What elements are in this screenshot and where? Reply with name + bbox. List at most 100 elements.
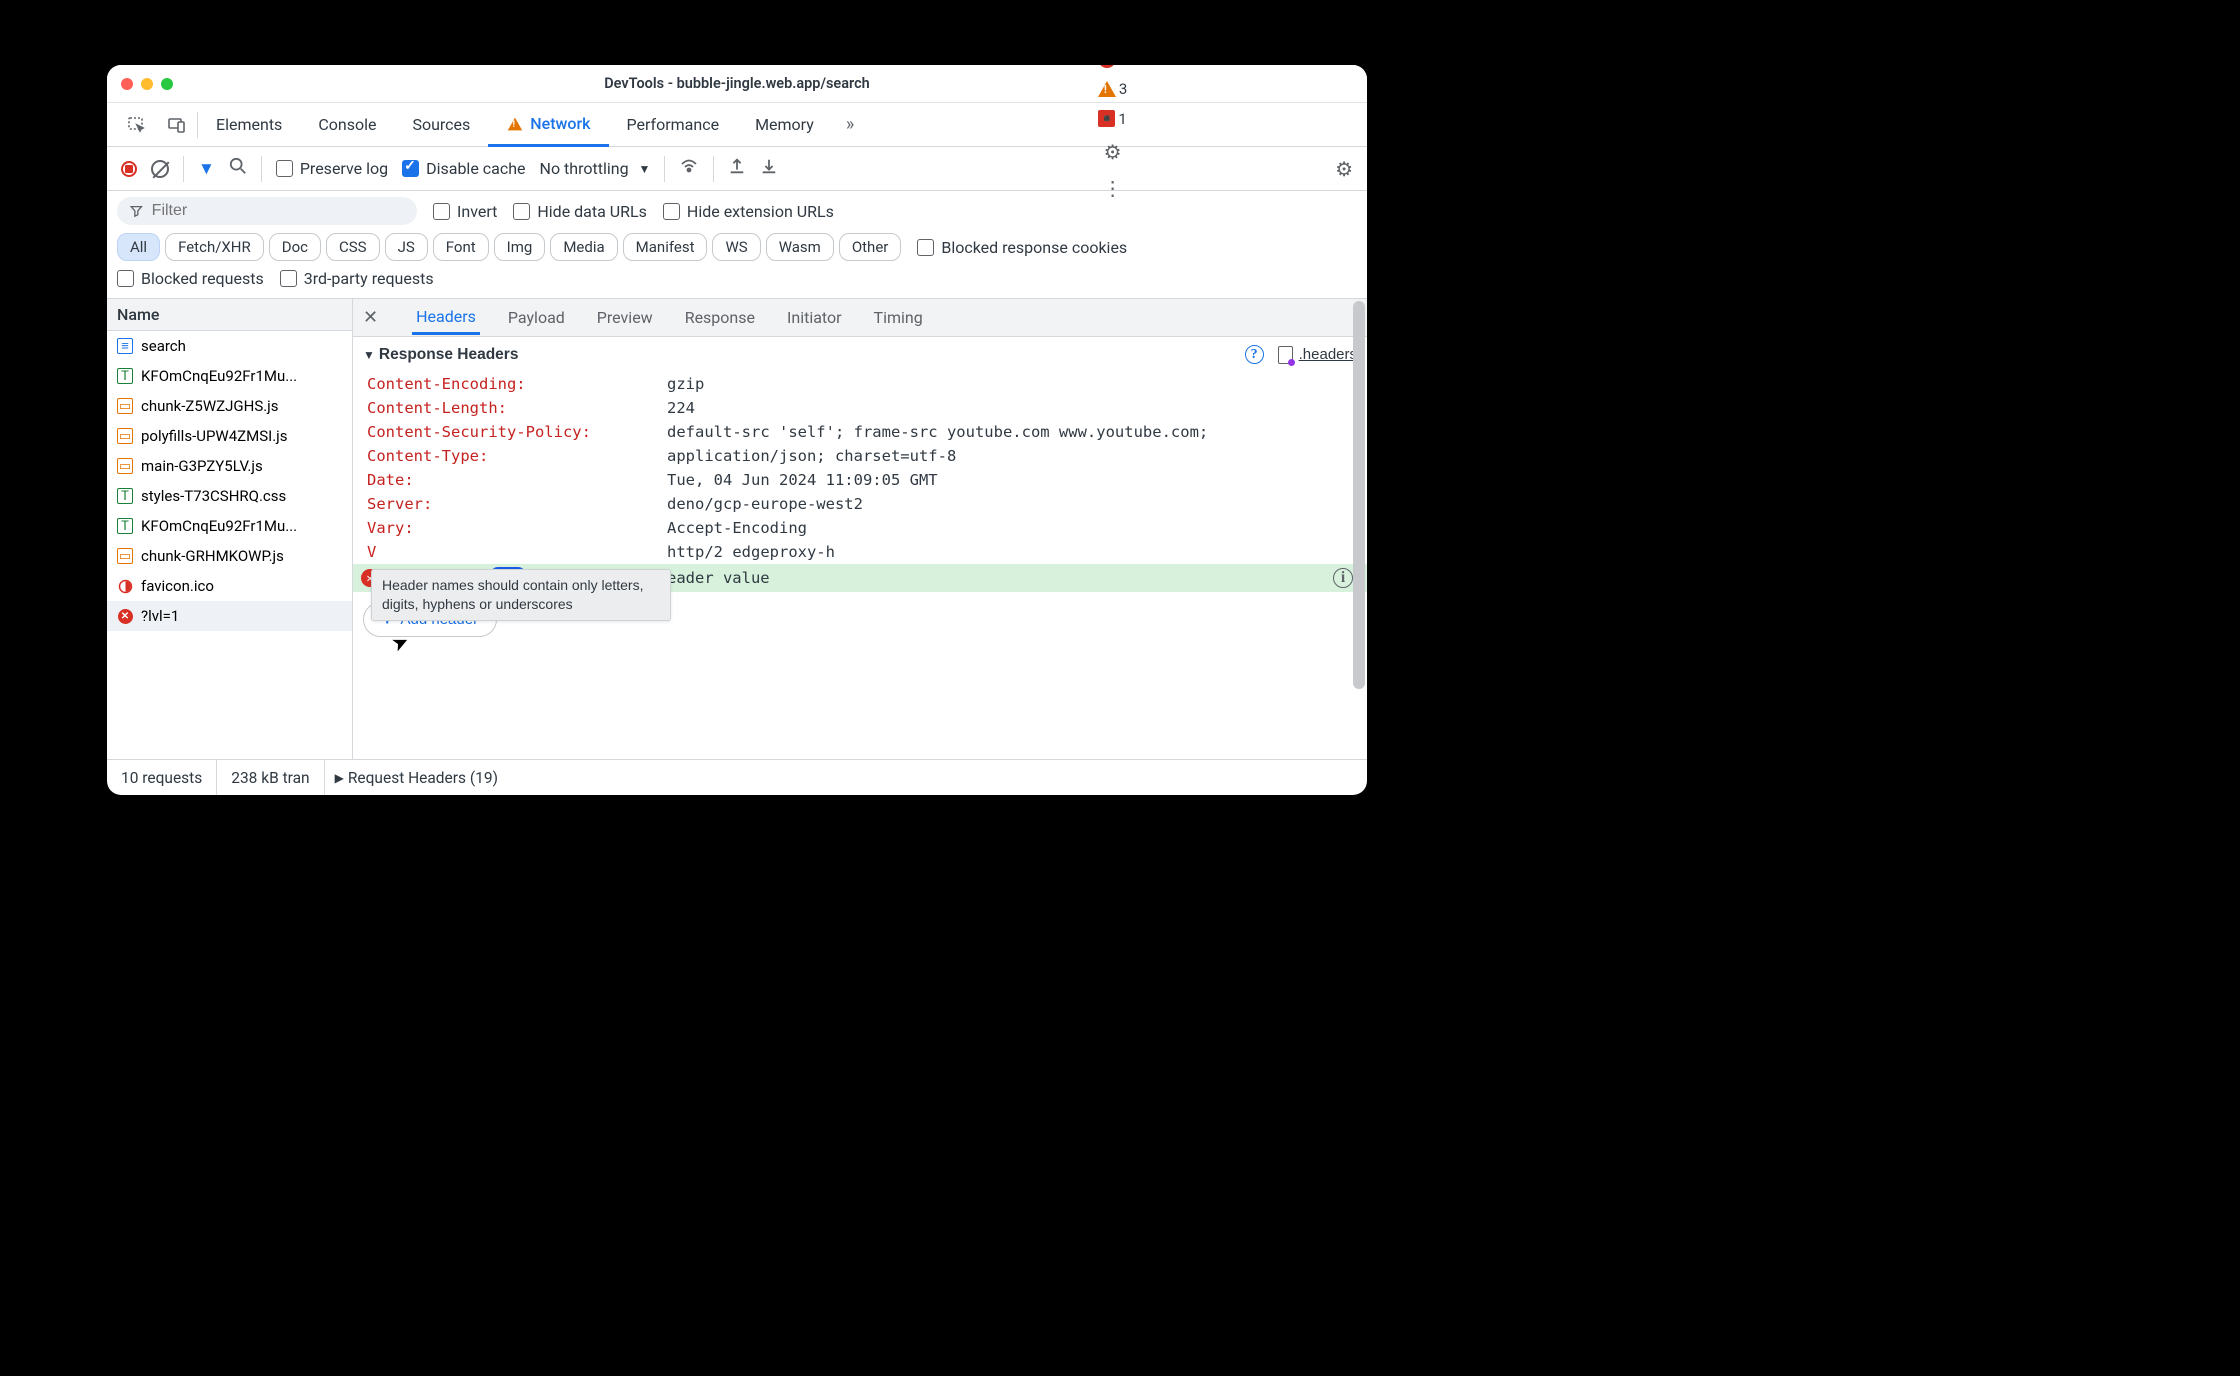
script-icon: ▭ (117, 428, 133, 444)
blocked-requests-checkbox[interactable]: Blocked requests (117, 269, 264, 288)
header-row: Content-Encoding:gzip (353, 372, 1367, 396)
invert-checkbox[interactable]: Invert (433, 202, 497, 221)
request-label: chunk-Z5WZJGHS.js (141, 397, 279, 415)
request-row[interactable]: ✕?lvl=1 (107, 601, 352, 631)
font-icon: T (117, 488, 133, 504)
filter-input-wrapper[interactable] (117, 197, 417, 225)
separator (713, 156, 714, 182)
blocked-req-label: Blocked requests (141, 269, 264, 288)
subtab-headers[interactable]: Headers (412, 301, 480, 335)
subtab-initiator[interactable]: Initiator (783, 302, 846, 333)
help-icon[interactable]: ? (1245, 345, 1264, 364)
issues-count: 1 (1118, 110, 1126, 128)
chip-manifest[interactable]: Manifest (623, 233, 708, 261)
chip-media[interactable]: Media (550, 233, 617, 261)
tab-memory[interactable]: Memory (737, 103, 832, 146)
scrollbar[interactable] (1353, 301, 1365, 757)
info-icon[interactable]: i (1333, 568, 1353, 588)
subtab-response[interactable]: Response (681, 302, 759, 333)
header-row: Server:deno/gcp-europe-west2 (353, 492, 1367, 516)
request-row[interactable]: TKFOmCnqEu92Fr1Mu... (107, 361, 352, 391)
scrollbar-thumb[interactable] (1353, 301, 1365, 689)
chip-font[interactable]: Font (433, 233, 489, 261)
header-name: Server: (367, 495, 667, 513)
request-label: KFOmCnqEu92Fr1Mu... (141, 517, 297, 535)
request-row[interactable]: ▭main-G3PZY5LV.js (107, 451, 352, 481)
subtab-payload[interactable]: Payload (504, 302, 569, 333)
request-row[interactable]: ≡search (107, 331, 352, 361)
chip-all[interactable]: All (117, 233, 160, 261)
settings-icon[interactable]: ⚙ (1104, 140, 1122, 164)
chip-fetch-xhr[interactable]: Fetch/XHR (165, 233, 264, 261)
kebab-menu-icon[interactable]: ⋮ (1103, 176, 1123, 200)
subtab-preview[interactable]: Preview (593, 302, 657, 333)
header-name: Content-Security-Policy: (367, 423, 667, 441)
tab-console[interactable]: Console (300, 103, 394, 146)
disable-cache-checkbox[interactable]: Disable cache (402, 159, 525, 178)
chip-js[interactable]: JS (385, 233, 428, 261)
header-value: deno/gcp-europe-west2 (667, 495, 863, 513)
image-icon (117, 578, 133, 594)
separator (183, 156, 184, 182)
request-row[interactable]: ▭polyfills-UPW4ZMSI.js (107, 421, 352, 451)
subtab-timing[interactable]: Timing (870, 302, 927, 333)
inspect-element-icon[interactable] (117, 115, 157, 135)
status-bar: 10 requests 238 kB tran ▶ Request Header… (107, 759, 1367, 795)
more-tabs-button[interactable]: » (832, 114, 868, 135)
close-detail-button[interactable]: ✕ (363, 307, 388, 328)
blocked-cookies-checkbox[interactable]: Blocked response cookies (917, 238, 1127, 257)
request-label: main-G3PZY5LV.js (141, 457, 263, 475)
tab-sources[interactable]: Sources (394, 103, 488, 146)
third-party-checkbox[interactable]: 3rd-party requests (280, 269, 434, 288)
error-badge[interactable]: ✕ 2 (1098, 65, 1127, 68)
request-headers-section[interactable]: ▶ Request Headers (19) (325, 769, 498, 787)
font-icon: T (117, 368, 133, 384)
font-icon: T (117, 518, 133, 534)
document-icon: ≡ (117, 338, 133, 354)
transfer-size: 238 kB tran (217, 760, 324, 795)
request-row[interactable]: ▭chunk-GRHMKOWP.js (107, 541, 352, 571)
response-headers-section[interactable]: ▼ Response Headers ? .headers (353, 337, 1367, 372)
search-icon[interactable] (229, 157, 247, 180)
blocked-cookies-label: Blocked response cookies (941, 238, 1127, 257)
tab-elements[interactable]: Elements (198, 103, 300, 146)
throttling-select[interactable]: No throttling ▼ (540, 159, 651, 178)
upload-har-icon[interactable] (728, 157, 746, 180)
chip-img[interactable]: Img (494, 233, 546, 261)
headers-file-link[interactable]: .headers (1278, 346, 1357, 364)
issues-badge[interactable]: ◾ 1 (1098, 110, 1126, 128)
chip-wasm[interactable]: Wasm (766, 233, 834, 261)
hide-extension-urls-checkbox[interactable]: Hide extension URLs (663, 202, 834, 221)
clear-button[interactable] (151, 160, 169, 178)
request-row[interactable]: favicon.ico (107, 571, 352, 601)
chip-other[interactable]: Other (839, 233, 902, 261)
request-row[interactable]: ▭chunk-Z5WZJGHS.js (107, 391, 352, 421)
device-toggle-icon[interactable] (157, 115, 197, 135)
tab-performance[interactable]: Performance (609, 103, 738, 146)
chip-doc[interactable]: Doc (269, 233, 321, 261)
chip-css[interactable]: CSS (326, 233, 380, 261)
header-value: http/2 edgeproxy-h (667, 543, 835, 561)
tab-network[interactable]: Network (488, 104, 608, 147)
header-row: Vary:Accept-Encoding (353, 516, 1367, 540)
filter-input[interactable] (152, 202, 401, 220)
header-name: Content-Encoding: (367, 375, 667, 393)
request-row[interactable]: Tstyles-T73CSHRQ.css (107, 481, 352, 511)
download-har-icon[interactable] (760, 157, 778, 180)
record-button[interactable] (121, 161, 137, 177)
header-value: Accept-Encoding (667, 519, 807, 537)
header-row: Content-Security-Policy:default-src 'sel… (353, 420, 1367, 444)
hide-data-urls-checkbox[interactable]: Hide data URLs (513, 202, 647, 221)
hide-data-label: Hide data URLs (537, 202, 647, 221)
content-area: Name ≡search TKFOmCnqEu92Fr1Mu... ▭chunk… (107, 299, 1367, 759)
warning-badge[interactable]: 3 (1098, 80, 1127, 98)
preserve-log-checkbox[interactable]: Preserve log (276, 159, 388, 178)
header-value: gzip (667, 375, 704, 393)
name-column-header[interactable]: Name (107, 299, 352, 331)
custom-header-value[interactable]: header value (658, 569, 770, 587)
chip-ws[interactable]: WS (712, 233, 760, 261)
filter-toggle-icon[interactable]: ▼ (198, 159, 215, 179)
request-row[interactable]: T KFOmCnqEu92Fr1Mu... (107, 511, 352, 541)
request-list-pane: Name ≡search TKFOmCnqEu92Fr1Mu... ▭chunk… (107, 299, 353, 759)
network-conditions-icon[interactable] (679, 156, 699, 181)
